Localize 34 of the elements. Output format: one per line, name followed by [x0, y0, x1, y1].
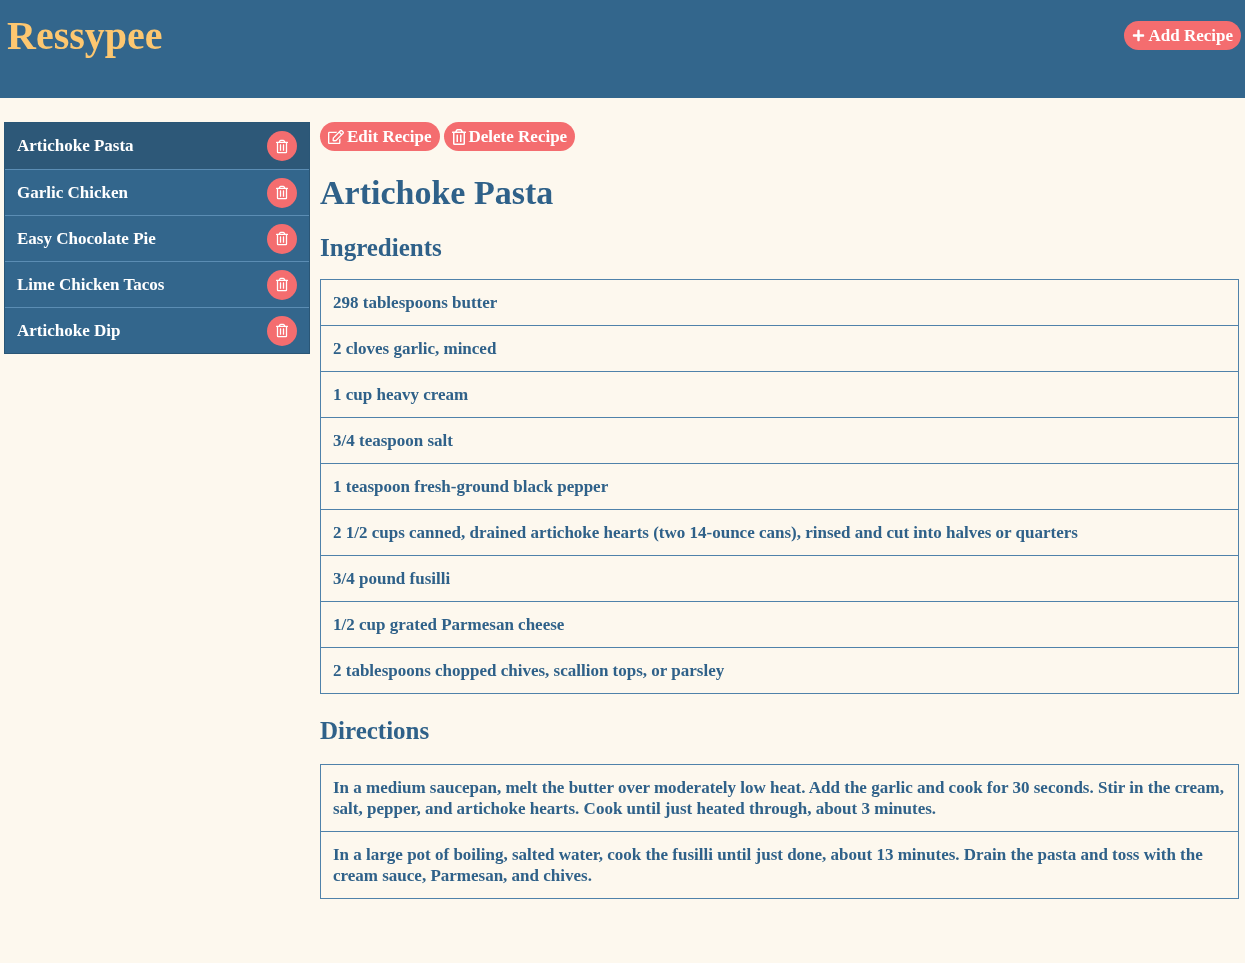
- ingredient-item: 298 tablespoons butter: [320, 280, 1239, 326]
- trash-icon: [276, 138, 288, 154]
- trash-icon: [276, 185, 288, 200]
- delete-button[interactable]: [267, 223, 297, 254]
- recipe-title: Artichoke Pasta: [320, 173, 555, 213]
- delete-button[interactable]: [267, 315, 297, 346]
- edit-icon: [328, 128, 344, 145]
- recipe-name: Artichoke Dip: [17, 319, 121, 342]
- delete-button[interactable]: [267, 177, 297, 208]
- ingredient-item: 1/2 cup grated Parmesan cheese: [320, 602, 1239, 648]
- trash-icon: [451, 128, 466, 145]
- ingredient-item: 2 cloves garlic, minced: [320, 326, 1239, 372]
- ingredients-heading: Ingredients: [320, 233, 443, 263]
- recipe-name: Easy Chocolate Pie: [17, 227, 156, 250]
- recipe-list-item[interactable]: Artichoke Pasta: [5, 123, 309, 169]
- ingredient-item: 2 1/2 cups canned, drained artichoke hearts (two 14-ounce cans), rinsed and cut into halves or quarters: [320, 510, 1239, 556]
- ingredient-item: 2 tablespoons chopped chives, scallion tops, or parsley: [320, 648, 1239, 694]
- ingredient-item: 3/4 pound fusilli: [320, 556, 1239, 602]
- delete-button[interactable]: [267, 131, 297, 161]
- ingredient-item: 3/4 teaspoon salt: [320, 418, 1239, 464]
- direction-step: In a medium saucepan, melt the butter over moderately low heat. Add the garlic and cook for 30 seconds. Stir in the cream, salt, pepper, and artichoke hearts. Cook until just heated through, about 3 minutes.: [320, 765, 1239, 832]
- plus-icon: [1132, 29, 1146, 42]
- direction-step: In a large pot of boiling, salted water, cook the fusilli until just done, about 13 minutes. Drain the pasta and toss with the cream sauce, Parmesan, and chives.: [320, 832, 1239, 899]
- ingredient-item: 1 cup heavy cream: [320, 372, 1239, 418]
- trash-icon: [276, 323, 288, 338]
- directions-heading: Directions: [320, 716, 431, 746]
- trash-icon: [276, 277, 288, 292]
- recipe-name: Lime Chicken Tacos: [17, 273, 165, 296]
- recipe-name: Garlic Chicken: [17, 181, 128, 204]
- app-logo: Ressypee: [7, 12, 163, 60]
- recipe-name: Artichoke Pasta: [17, 135, 134, 158]
- ingredient-item: 1 teaspoon fresh-ground black pepper: [320, 464, 1239, 510]
- trash-icon: [276, 231, 288, 246]
- delete-button[interactable]: [267, 269, 297, 300]
